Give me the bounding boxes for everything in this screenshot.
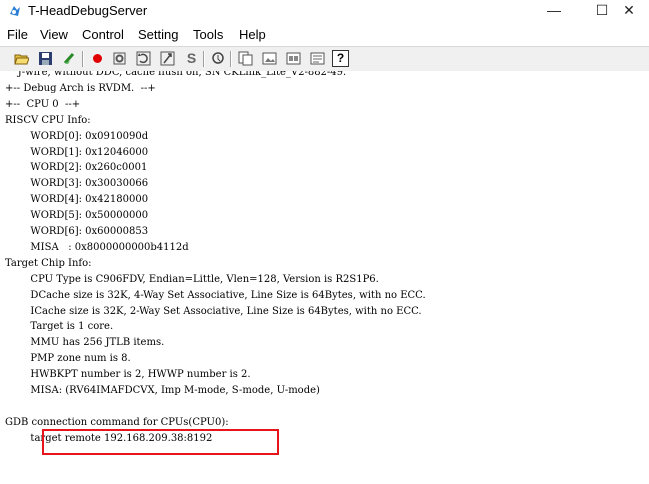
clear-button[interactable]	[61, 50, 78, 67]
record-button[interactable]	[89, 50, 106, 67]
console-line: HWBKPT number is 2, HWWP number is 2.	[5, 369, 251, 381]
config2-button[interactable]	[309, 50, 326, 67]
title-bar: T-HeadDebugServer — ☐ ✕	[0, 0, 649, 22]
open-button[interactable]	[13, 50, 30, 67]
menu-control[interactable]: Control	[82, 27, 124, 42]
console-line: GDB connection command for CPUs(CPU0):	[5, 416, 229, 428]
copy-button[interactable]	[237, 50, 254, 67]
menu-tools[interactable]: Tools	[193, 27, 223, 42]
multi-icon	[286, 52, 301, 65]
console-line: RISCV CPU Info:	[5, 114, 91, 126]
save-button[interactable]	[37, 50, 54, 67]
record-icon	[93, 54, 102, 63]
console-line: J-wire, without DDC, cache flush on, SN …	[5, 71, 347, 78]
console-line: WORD[6]: 0x60000853	[5, 226, 149, 237]
config2-icon	[310, 52, 325, 65]
app-icon	[10, 6, 20, 16]
console-line: MISA: (RV64IMAFDCVX, Imp M-mode, S-mode,…	[5, 385, 320, 396]
toolbar-separator	[82, 51, 84, 67]
console-line: Target is 1 core.	[5, 321, 114, 333]
toolbar: S ?	[0, 46, 649, 72]
open-icon	[14, 54, 30, 65]
refresh-icon	[136, 51, 151, 66]
console-line: Target Chip Info:	[5, 257, 92, 269]
config-button[interactable]	[111, 50, 128, 67]
console-line: CPU Type is C906FDV, Endian=Little, Vlen…	[5, 273, 379, 285]
image-icon	[262, 52, 277, 65]
multi-button[interactable]	[285, 50, 302, 67]
close-button[interactable]: ✕	[609, 0, 649, 22]
menu-help[interactable]: Help	[239, 27, 266, 42]
console-line: MISA : 0x8000000000b4112d	[5, 241, 189, 253]
dollar-icon: S	[186, 50, 197, 66]
console-line: WORD[5]: 0x50000000	[5, 210, 149, 222]
menu-view[interactable]: View	[40, 27, 68, 42]
toolbar-separator	[203, 51, 205, 67]
debug-button[interactable]	[210, 50, 227, 67]
image-button[interactable]	[261, 50, 278, 67]
minimize-icon: —	[547, 2, 561, 18]
console-line: ICache size is 32K, 2-Way Set Associativ…	[5, 305, 422, 317]
console-line: WORD[0]: 0x0910090d	[5, 130, 149, 142]
script-icon	[160, 51, 175, 66]
minimize-button[interactable]: —	[534, 0, 574, 22]
console-line: +-- Debug Arch is RVDM. --+	[5, 82, 156, 94]
menu-bar: File View Control Setting Tools Help	[0, 23, 649, 45]
debug-icon	[212, 52, 224, 64]
maximize-icon: ☐	[595, 2, 609, 18]
close-icon: ✕	[623, 2, 635, 18]
help-button[interactable]: ?	[332, 50, 349, 67]
console-output: J-wire, without DDC, cache flush on, SN …	[0, 71, 649, 484]
console-line: PMP zone num is 8.	[5, 353, 131, 365]
toolbar-separator	[230, 51, 232, 67]
console-line: WORD[1]: 0x12046000	[5, 146, 149, 158]
console-line: WORD[3]: 0x30030066	[5, 178, 149, 190]
script-button[interactable]	[159, 50, 176, 67]
save-icon	[39, 52, 52, 65]
config-icon	[113, 52, 126, 65]
menu-file[interactable]: File	[7, 27, 28, 42]
help-icon: ?	[336, 51, 345, 65]
console-line: WORD[4]: 0x42180000	[5, 194, 149, 206]
console-line: WORD[2]: 0x260c0001	[5, 162, 148, 174]
console-line: MMU has 256 JTLB items.	[5, 337, 165, 349]
menu-setting[interactable]: Setting	[138, 27, 178, 42]
console-line: DCache size is 32K, 4-Way Set Associativ…	[5, 289, 426, 301]
refresh-button[interactable]	[135, 50, 152, 67]
clear-icon	[63, 53, 75, 64]
copy-icon	[238, 51, 253, 66]
window-title: T-HeadDebugServer	[28, 3, 148, 18]
dollar-button[interactable]: S	[183, 50, 200, 67]
console-line: +-- CPU 0 --+	[5, 98, 81, 110]
highlight-box	[42, 429, 279, 455]
